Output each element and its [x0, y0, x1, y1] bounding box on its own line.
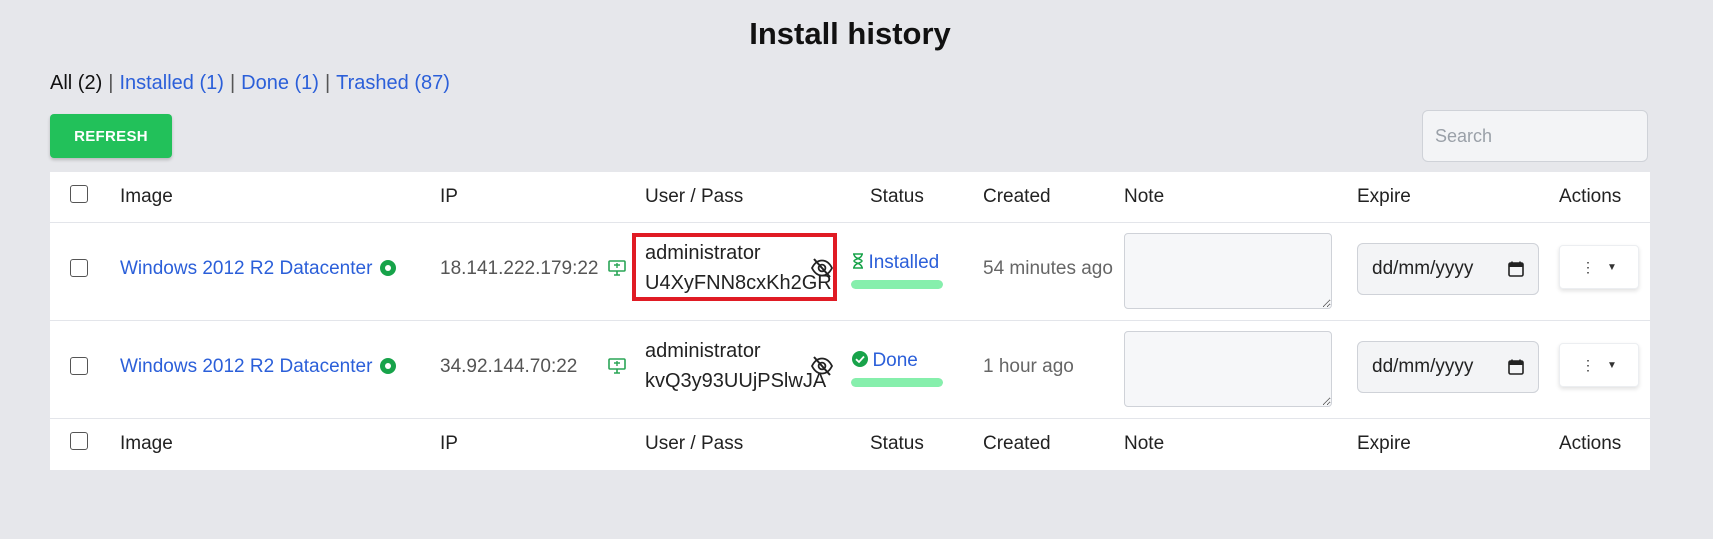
footer-actions: Actions — [1559, 433, 1622, 454]
calendar-icon[interactable] — [1508, 359, 1524, 375]
ip-address: 34.92.144.70:22 — [440, 356, 578, 377]
chevron-down-icon: ▼ — [1607, 359, 1617, 371]
chevron-down-icon: ▼ — [1607, 261, 1617, 273]
refresh-button[interactable]: REFRESH — [50, 114, 172, 158]
header-status: Status — [870, 186, 924, 207]
actions-dropdown-button[interactable]: ⋮ ▼ — [1559, 245, 1639, 289]
filter-separator: | — [229, 72, 236, 94]
header-note: Note — [1124, 186, 1165, 207]
header-user-pass: User / Pass — [645, 186, 744, 207]
status-progress-bar — [851, 280, 943, 289]
note-input[interactable] — [1124, 233, 1332, 309]
footer-user-pass: User / Pass — [645, 433, 744, 454]
remote-desktop-icon[interactable] — [608, 260, 626, 276]
footer-expire: Expire — [1357, 433, 1411, 454]
username: administrator — [645, 242, 761, 264]
filter-separator: | — [108, 72, 114, 94]
install-table: Image IP User / Pass Status Created Note… — [50, 172, 1650, 470]
more-vertical-icon: ⋮ — [1581, 258, 1596, 275]
ip-address: 18.141.222.179:22 — [440, 258, 599, 279]
table-row: Windows 2012 R2 Datacenter 34.92.144.70:… — [50, 321, 1650, 419]
expire-date-input[interactable]: dd/mm/yyyy — [1357, 341, 1539, 393]
eye-off-icon[interactable] — [810, 355, 834, 377]
footer-created: Created — [983, 433, 1051, 454]
header-expire: Expire — [1357, 186, 1411, 207]
expire-date-value: dd/mm/yyyy — [1372, 258, 1474, 279]
image-link[interactable]: Windows 2012 R2 Datacenter — [120, 356, 372, 377]
filter-bar: All (2) | Installed (1) | Done (1) | Trashed (… — [50, 72, 450, 95]
footer-note: Note — [1124, 433, 1165, 454]
header-image: Image — [120, 186, 173, 207]
note-input[interactable] — [1124, 331, 1332, 407]
password: kvQ3y93UUjPSlwJA — [645, 370, 827, 392]
filter-trashed[interactable]: Trashed (87) — [336, 72, 450, 94]
footer-image: Image — [120, 433, 173, 454]
row-checkbox[interactable] — [70, 357, 88, 375]
eye-off-icon[interactable] — [810, 257, 834, 279]
table-row: Windows 2012 R2 Datacenter 18.141.222.17… — [50, 223, 1650, 321]
status-progress-fill — [851, 280, 943, 289]
created-time: 1 hour ago — [983, 356, 1074, 377]
footer-ip: IP — [440, 433, 458, 454]
username: administrator — [645, 340, 761, 362]
online-status-icon — [380, 260, 397, 276]
select-all-checkbox[interactable] — [70, 432, 88, 450]
filter-done[interactable]: Done (1) — [241, 72, 319, 94]
hourglass-icon — [853, 253, 863, 269]
table-header-row: Image IP User / Pass Status Created Note… — [50, 172, 1650, 223]
page-title: Install history — [749, 16, 951, 51]
status-label: Done — [872, 350, 918, 371]
header-actions: Actions — [1559, 186, 1622, 207]
search-input[interactable] — [1422, 110, 1648, 162]
check-circle-icon — [852, 351, 868, 367]
header-created: Created — [983, 186, 1051, 207]
remote-desktop-icon[interactable] — [608, 358, 626, 374]
actions-dropdown-button[interactable]: ⋮ ▼ — [1559, 343, 1639, 387]
created-time: 54 minutes ago — [983, 258, 1113, 279]
filter-all[interactable]: All (2) — [50, 72, 102, 94]
footer-status: Status — [870, 433, 924, 454]
calendar-icon[interactable] — [1508, 261, 1524, 277]
password: U4XyFNN8cxKh2GR — [645, 272, 832, 294]
table-footer-row: Image IP User / Pass Status Created Note… — [50, 419, 1650, 469]
select-all-checkbox[interactable] — [70, 185, 88, 203]
filter-separator: | — [324, 72, 331, 94]
online-status-icon — [380, 358, 397, 374]
more-vertical-icon: ⋮ — [1581, 356, 1596, 373]
status-label: Installed — [868, 252, 940, 273]
row-checkbox[interactable] — [70, 259, 88, 277]
status-progress-fill — [851, 378, 943, 387]
filter-installed[interactable]: Installed (1) — [119, 72, 224, 94]
header-ip: IP — [440, 186, 458, 207]
image-link[interactable]: Windows 2012 R2 Datacenter — [120, 258, 372, 279]
status-progress-bar — [851, 378, 943, 387]
expire-date-value: dd/mm/yyyy — [1372, 356, 1474, 377]
expire-date-input[interactable]: dd/mm/yyyy — [1357, 243, 1539, 295]
